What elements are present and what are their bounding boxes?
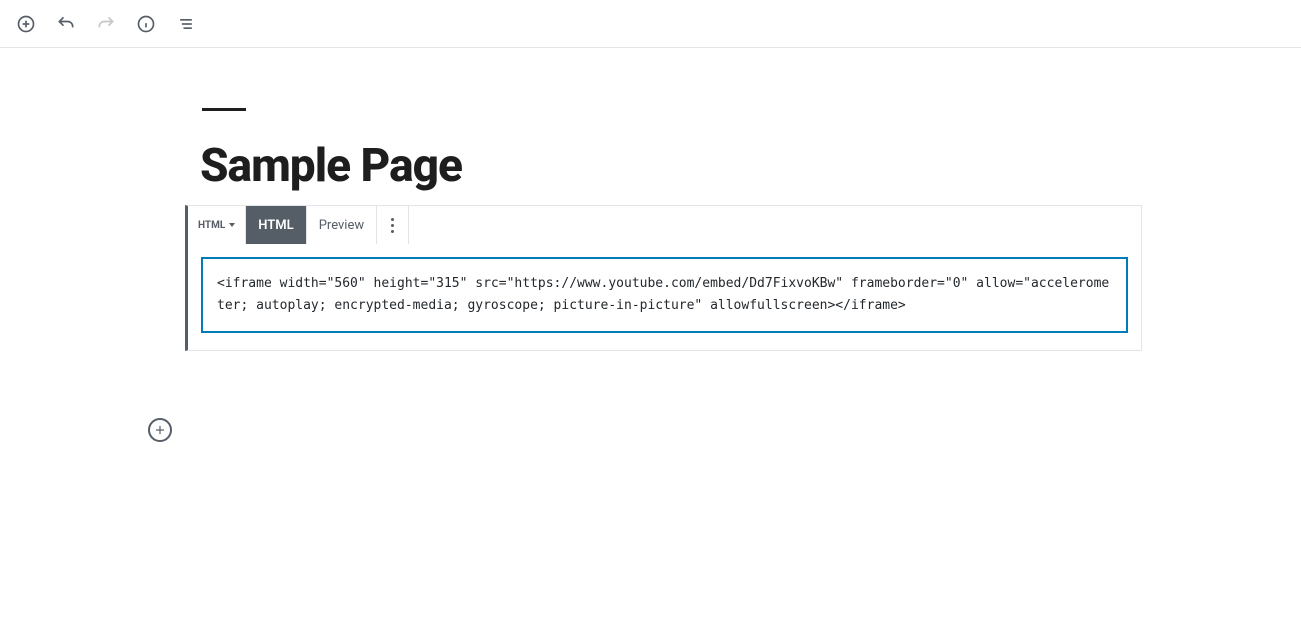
content-column: Sample Page HTML HTML Preview (186, 108, 1142, 351)
title-accent-bar (202, 108, 246, 111)
html-code-input[interactable] (202, 258, 1127, 332)
block-toolbar: HTML HTML Preview (188, 206, 1141, 244)
page-title[interactable]: Sample Page (200, 139, 1142, 193)
add-block-inserter[interactable] (148, 418, 172, 442)
info-icon (136, 14, 156, 34)
plus-circle-icon (16, 14, 36, 34)
html-block: HTML HTML Preview (185, 205, 1142, 351)
editor-canvas: Sample Page HTML HTML Preview (0, 48, 1301, 351)
block-body (188, 244, 1141, 350)
editor-top-toolbar (0, 0, 1301, 48)
more-vertical-icon (391, 216, 394, 234)
redo-icon (96, 14, 116, 34)
info-button[interactable] (132, 10, 160, 38)
block-nav-button[interactable] (172, 10, 200, 38)
add-block-button[interactable] (12, 10, 40, 38)
chevron-down-icon (229, 223, 235, 227)
block-type-label: HTML (198, 220, 225, 231)
block-type-switcher[interactable]: HTML (188, 206, 246, 244)
undo-icon (56, 14, 76, 34)
plus-icon (153, 423, 167, 437)
list-icon (176, 14, 196, 34)
undo-button[interactable] (52, 10, 80, 38)
tab-preview[interactable]: Preview (307, 206, 377, 244)
block-more-options[interactable] (377, 206, 409, 244)
tab-html[interactable]: HTML (246, 206, 306, 244)
redo-button[interactable] (92, 10, 120, 38)
